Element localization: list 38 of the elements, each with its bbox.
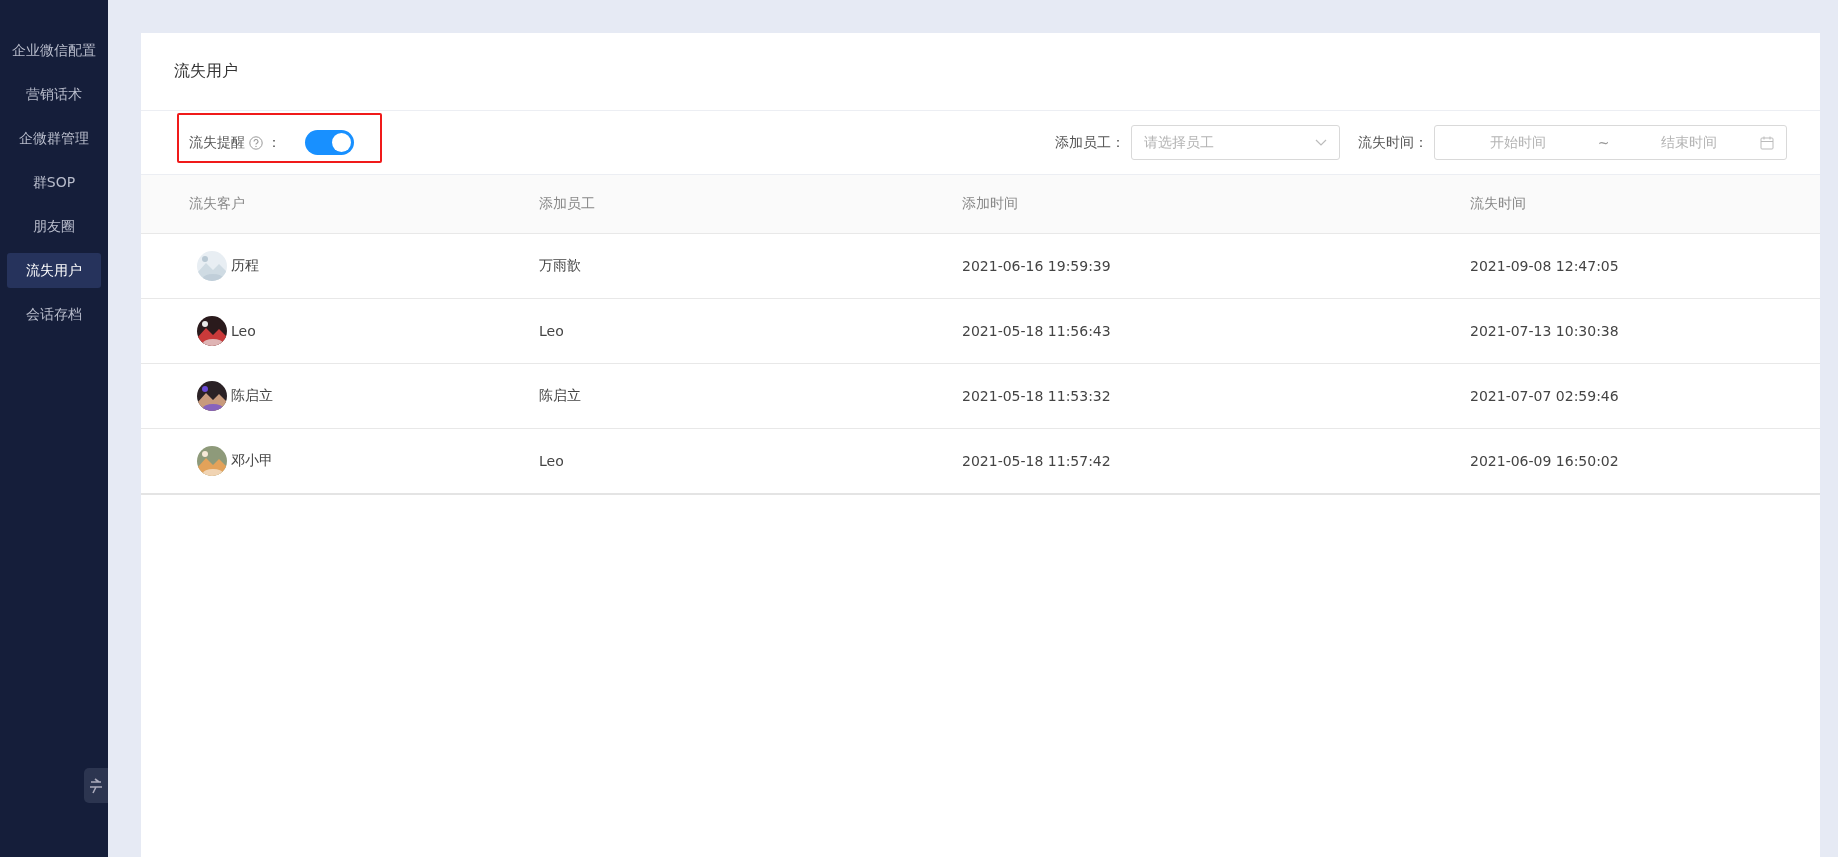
collapse-button[interactable] bbox=[84, 768, 108, 803]
table-cell-text: 2021-05-18 11:56:43 bbox=[962, 322, 1112, 341]
customer-name: 邓小甲 bbox=[231, 452, 273, 470]
page-title: 流失用户 bbox=[174, 61, 238, 82]
table-cell-text: 2021-09-08 12:47:05 bbox=[1470, 257, 1620, 276]
customer-name: Leo bbox=[231, 323, 256, 339]
calendar-icon bbox=[1760, 135, 1774, 150]
churn-time-label: 流失时间： bbox=[1358, 133, 1428, 152]
sidebar-item[interactable]: 会话存档 bbox=[7, 297, 101, 332]
collapse-icon bbox=[89, 777, 103, 794]
sidebar-item[interactable]: 流失用户 bbox=[7, 253, 101, 288]
help-icon bbox=[249, 135, 263, 150]
sidebar-item[interactable]: 企业微信配置 bbox=[7, 33, 101, 68]
table-cell-text: 2021-07-07 02:59:46 bbox=[1470, 387, 1620, 406]
reminder-label: 流失提醒 bbox=[189, 133, 245, 152]
sidebar-item[interactable]: 群SOP bbox=[7, 165, 101, 200]
sidebar-item[interactable]: 营销话术 bbox=[7, 77, 101, 112]
column-header: 添加时间 bbox=[962, 194, 1019, 213]
table-cell-text: 2021-06-16 19:59:39 bbox=[962, 257, 1112, 276]
customer-name: 陈启立 bbox=[231, 387, 273, 405]
table-cell-text: 2021-05-18 11:53:32 bbox=[962, 387, 1112, 406]
table-cell-text: 2021-07-13 10:30:38 bbox=[1470, 322, 1620, 341]
table-cell-text: Leo bbox=[539, 322, 565, 341]
table-cell-text: 2021-05-18 11:57:42 bbox=[962, 452, 1112, 471]
table-cell-text: 2021-06-09 16:50:02 bbox=[1470, 452, 1620, 471]
column-header: 添加员工 bbox=[539, 194, 596, 213]
sidebar-item[interactable]: 朋友圈 bbox=[7, 209, 101, 244]
staff-label: 添加员工： bbox=[1055, 133, 1125, 152]
chevron-down-icon bbox=[1315, 138, 1327, 147]
reminder-colon: ： bbox=[267, 133, 281, 152]
column-header: 流失时间 bbox=[1470, 194, 1527, 213]
table-cell-text: 陈启立 bbox=[539, 386, 582, 405]
table-cell-text: 万雨歆 bbox=[539, 256, 582, 275]
customer-name: 历程 bbox=[231, 257, 259, 275]
column-header: 流失客户 bbox=[189, 194, 246, 213]
reminder-toggle[interactable] bbox=[305, 130, 354, 155]
table-cell-text: Leo bbox=[539, 452, 565, 471]
sidebar-item[interactable]: 企微群管理 bbox=[7, 121, 101, 156]
